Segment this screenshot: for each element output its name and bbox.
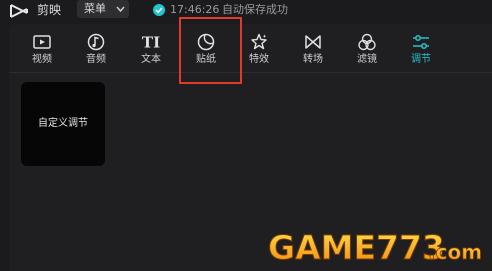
tab-adjust[interactable]: 调节	[396, 30, 446, 70]
custom-adjust-card[interactable]: 自定义调节	[21, 82, 105, 166]
app-name: 剪映	[37, 3, 62, 17]
tab-label: 音频	[86, 54, 106, 65]
menu-button[interactable]: 菜单	[77, 0, 129, 18]
tab-label: 文本	[141, 54, 161, 65]
save-status-text: 自动保存成功	[222, 3, 288, 16]
audio-icon	[87, 33, 105, 51]
chevron-down-icon	[116, 6, 125, 13]
tab-transition[interactable]: 转场	[288, 30, 338, 70]
tab-label: 转场	[303, 54, 323, 65]
custom-adjust-label: 自定义调节	[38, 118, 88, 129]
capcut-logo-icon	[10, 4, 28, 18]
svg-text:GAME773: GAME773	[268, 228, 445, 267]
effects-icon	[251, 33, 267, 50]
transition-icon	[305, 35, 321, 49]
check-circle-icon	[153, 4, 165, 16]
menu-label: 菜单	[84, 2, 106, 15]
tab-label: 调节	[411, 54, 431, 65]
adjust-icon	[413, 35, 429, 49]
game773-watermark-logo: GAME773 .com	[268, 228, 482, 268]
video-icon	[33, 35, 51, 49]
title-bar: 剪映 菜单 17:46:26 自动保存成功	[0, 0, 492, 22]
text-icon: TI	[142, 34, 160, 52]
save-time: 17:46:26	[170, 3, 220, 16]
filter-icon	[358, 33, 376, 51]
svg-text:.com: .com	[428, 240, 482, 264]
tab-video[interactable]: 视频	[17, 30, 67, 70]
svg-text:TI: TI	[142, 34, 160, 52]
tab-label: 滤镜	[357, 54, 377, 65]
tab-label: 视频	[32, 54, 52, 65]
tab-audio[interactable]: 音频	[71, 30, 121, 70]
highlight-annotation-box	[179, 17, 242, 84]
tab-filter[interactable]: 滤镜	[342, 30, 392, 70]
tab-text[interactable]: TI 文本	[126, 30, 176, 70]
